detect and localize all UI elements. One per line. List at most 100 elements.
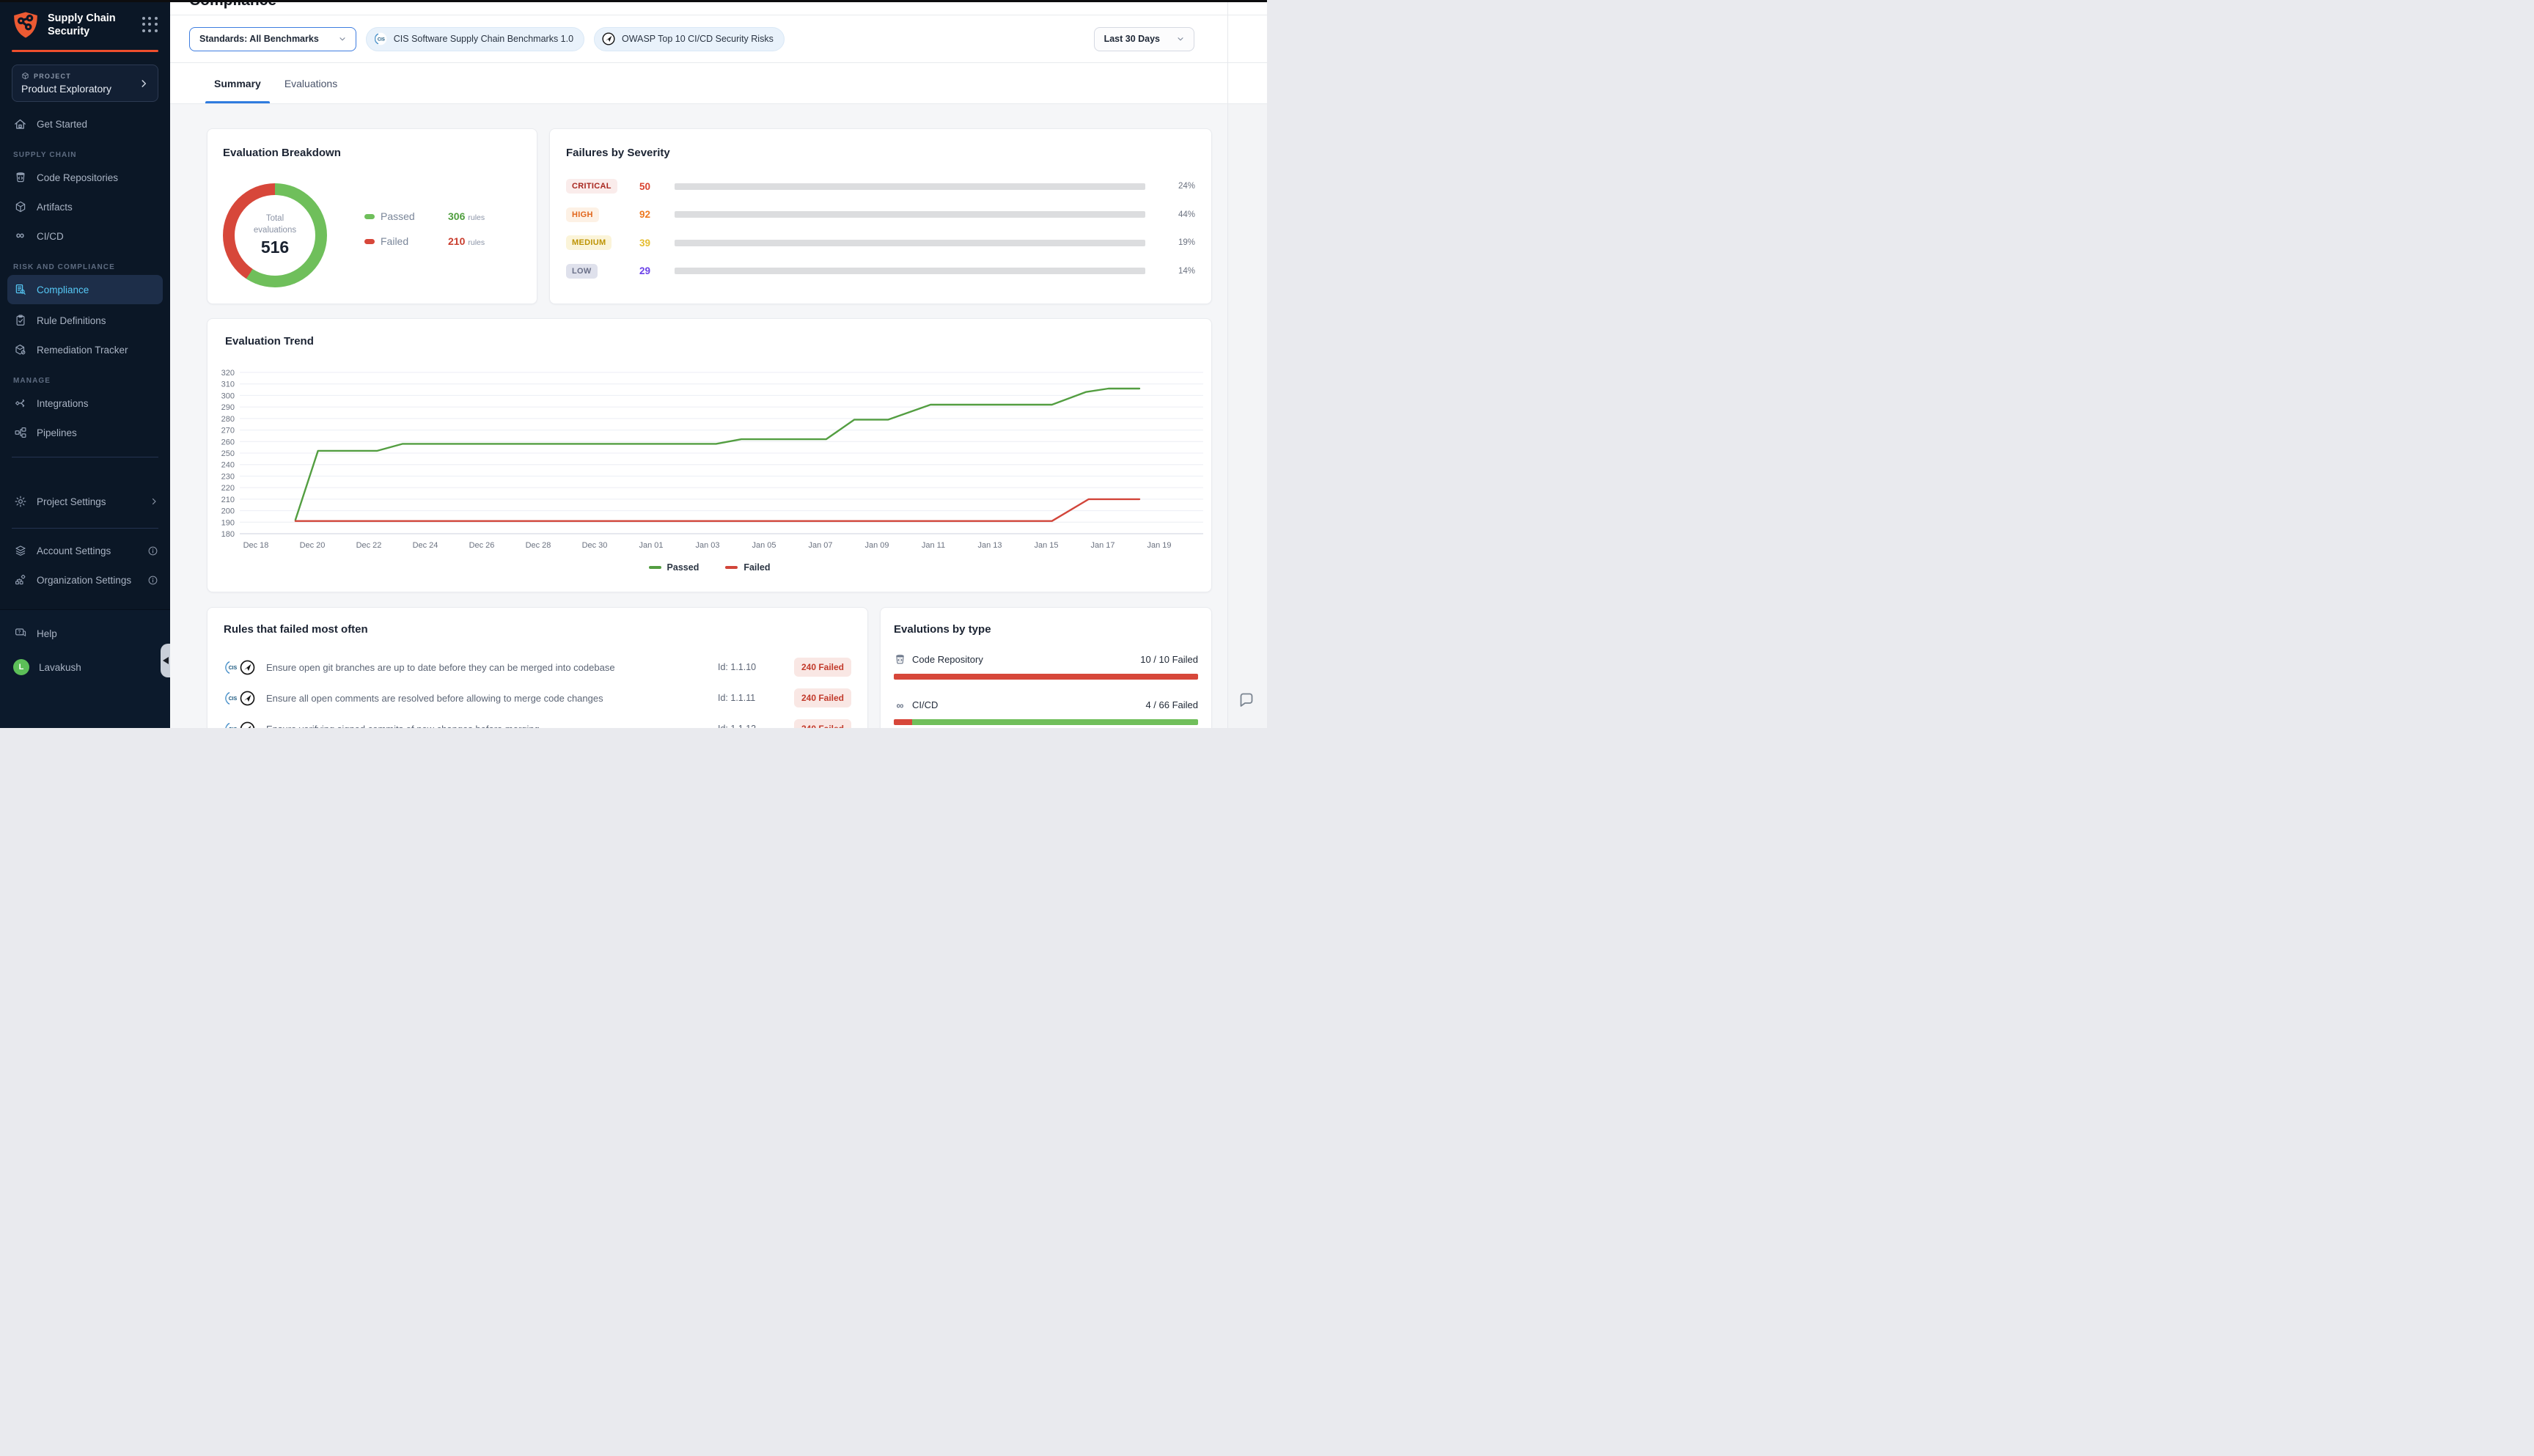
severity-bars: CRITICAL 50 24% HIGH 92 44% MEDIUM <box>566 178 1195 279</box>
gear-icon <box>13 495 27 509</box>
window-top-edge <box>0 0 1267 2</box>
severity-row-medium: MEDIUM 39 19% <box>566 235 1195 251</box>
svg-text:210: 210 <box>221 496 235 504</box>
rule-standard-icons: CIS <box>224 659 266 676</box>
svg-text:290: 290 <box>221 403 235 412</box>
evaluations-by-type-card: Evalutions by type Code Repository 10 / … <box>880 607 1212 728</box>
sidebar-item-help[interactable]: ? Help <box>0 619 170 648</box>
svg-text:Dec 30: Dec 30 <box>582 541 608 550</box>
donut-legend: Passed 306rules Failed 210rules <box>364 207 485 257</box>
svg-text:Dec 24: Dec 24 <box>413 541 438 550</box>
donut-center: Totalevaluations 516 <box>235 195 315 276</box>
sidebar-item-remediation-tracker[interactable]: Remediation Tracker <box>0 335 170 364</box>
svg-text:Jan 01: Jan 01 <box>639 541 663 550</box>
artifacts-icon <box>13 200 27 214</box>
svg-text:CIS: CIS <box>229 696 238 702</box>
pipelines-icon <box>13 426 27 440</box>
standard-chip-owasp[interactable]: OWASP Top 10 CI/CD Security Risks <box>594 27 785 51</box>
sidebar-item-compliance[interactable]: Compliance <box>7 275 163 304</box>
svg-text:Jan 15: Jan 15 <box>1034 541 1058 550</box>
account-settings-icon <box>13 544 27 558</box>
integrations-icon <box>13 397 27 411</box>
compliance-icon <box>13 283 27 297</box>
rule-text: Ensure all open comments are resolved be… <box>266 693 718 704</box>
page-title-strip: Compliance <box>170 0 1267 15</box>
sidebar-user[interactable]: L Lavakush <box>0 652 170 682</box>
sidebar-item-integrations[interactable]: Integrations <box>0 389 170 418</box>
nav-section-risk: RISK AND COMPLIANCE <box>13 263 170 271</box>
svg-text:320: 320 <box>221 369 235 378</box>
filter-bar: Standards: All Benchmarks CIS CIS Softwa… <box>170 15 1267 63</box>
severity-count: 29 <box>639 265 675 276</box>
home-icon <box>13 117 27 131</box>
rule-id: Id: 1.1.10 <box>718 662 781 672</box>
sidebar-item-code-repositories[interactable]: Code Repositories <box>0 163 170 192</box>
brand: Supply ChainSecurity <box>0 0 170 48</box>
sidebar-item-cicd[interactable]: ∞ CI/CD <box>0 221 170 251</box>
project-name: Product Exploratory <box>21 83 139 95</box>
rule-row[interactable]: CIS Ensure all open comments are resolve… <box>224 683 851 713</box>
chevron-right-icon <box>150 497 158 506</box>
svg-text:180: 180 <box>221 530 235 539</box>
sidebar-item-project-settings[interactable]: Project Settings <box>0 487 170 516</box>
total-evaluations-value: 516 <box>261 238 289 257</box>
sidebar-nav: Get Started SUPPLY CHAIN Code Repositori… <box>0 109 170 595</box>
severity-bar-track <box>675 240 1145 246</box>
nav-section-supply-chain: SUPPLY CHAIN <box>13 151 170 159</box>
sidebar-item-rule-definitions[interactable]: Rule Definitions <box>0 306 170 335</box>
sidebar-item-get-started[interactable]: Get Started <box>0 109 170 139</box>
trend-legend: Passed Failed <box>208 562 1211 573</box>
sidebar-footer: ? Help L Lavakush <box>0 609 170 728</box>
svg-text:Jan 11: Jan 11 <box>922 541 945 550</box>
avatar: L <box>13 659 29 675</box>
svg-text:220: 220 <box>221 484 235 493</box>
severity-percent: 19% <box>1157 238 1195 247</box>
info-icon[interactable] <box>147 575 158 586</box>
info-icon[interactable] <box>147 545 158 556</box>
svg-text:Jan 07: Jan 07 <box>808 541 832 550</box>
cicd-icon: ∞ <box>894 699 906 711</box>
sidebar-item-account-settings[interactable]: Account Settings <box>0 536 170 565</box>
svg-text:270: 270 <box>221 427 235 435</box>
rule-definitions-icon <box>13 314 27 328</box>
sidebar-collapse-handle[interactable] <box>161 644 170 677</box>
svg-text:Dec 26: Dec 26 <box>469 541 495 550</box>
date-range-dropdown[interactable]: Last 30 Days <box>1094 27 1194 51</box>
tab-evaluations[interactable]: Evaluations <box>276 63 346 103</box>
severity-count: 50 <box>639 181 675 192</box>
cube-icon <box>21 72 29 80</box>
app-grid-icon[interactable] <box>142 17 158 33</box>
rule-row[interactable]: CIS Ensure open git branches are up to d… <box>224 652 851 683</box>
legend-item-passed: Passed <box>649 562 699 573</box>
card-title: Failures by Severity <box>566 147 1195 159</box>
svg-text:Jan 09: Jan 09 <box>864 541 889 550</box>
svg-text:310: 310 <box>221 380 235 389</box>
severity-badge: HIGH <box>566 207 599 222</box>
card-title: Rules that failed most often <box>224 623 851 636</box>
svg-text:250: 250 <box>221 449 235 458</box>
chat-bubble-icon[interactable] <box>1238 691 1255 709</box>
chevron-down-icon <box>338 34 347 43</box>
tab-summary[interactable]: Summary <box>205 63 270 103</box>
sidebar-item-organization-settings[interactable]: Organization Settings <box>0 565 170 595</box>
sidebar-item-pipelines[interactable]: Pipelines <box>0 418 170 447</box>
passed-rules-count: 306rules <box>448 210 485 222</box>
failures-by-severity-card: Failures by Severity CRITICAL 50 24% HIG… <box>549 128 1212 304</box>
remediation-tracker-icon <box>13 343 27 357</box>
svg-text:Jan 03: Jan 03 <box>695 541 719 550</box>
sidebar-item-artifacts[interactable]: Artifacts <box>0 192 170 221</box>
project-selector[interactable]: PROJECT Product Exploratory <box>12 65 158 102</box>
severity-badge: MEDIUM <box>566 235 612 250</box>
standard-chip-cis[interactable]: CIS CIS Software Supply Chain Benchmarks… <box>366 27 584 51</box>
cis-icon: CIS <box>224 659 240 676</box>
rule-row[interactable]: CIS Ensure verifying signed commits of n… <box>224 713 851 728</box>
standards-filter-dropdown[interactable]: Standards: All Benchmarks <box>189 27 356 51</box>
right-gutter <box>1228 104 1267 728</box>
failed-legend-swatch <box>364 239 375 244</box>
evaluation-breakdown-card: Evaluation Breakdown Totalevaluations 51… <box>207 128 537 304</box>
divider <box>12 528 158 529</box>
brand-title: Supply ChainSecurity <box>48 12 135 38</box>
help-icon: ? <box>13 627 27 641</box>
rule-id: Id: 1.1.11 <box>718 693 781 703</box>
type-label: CI/CD <box>912 699 938 710</box>
